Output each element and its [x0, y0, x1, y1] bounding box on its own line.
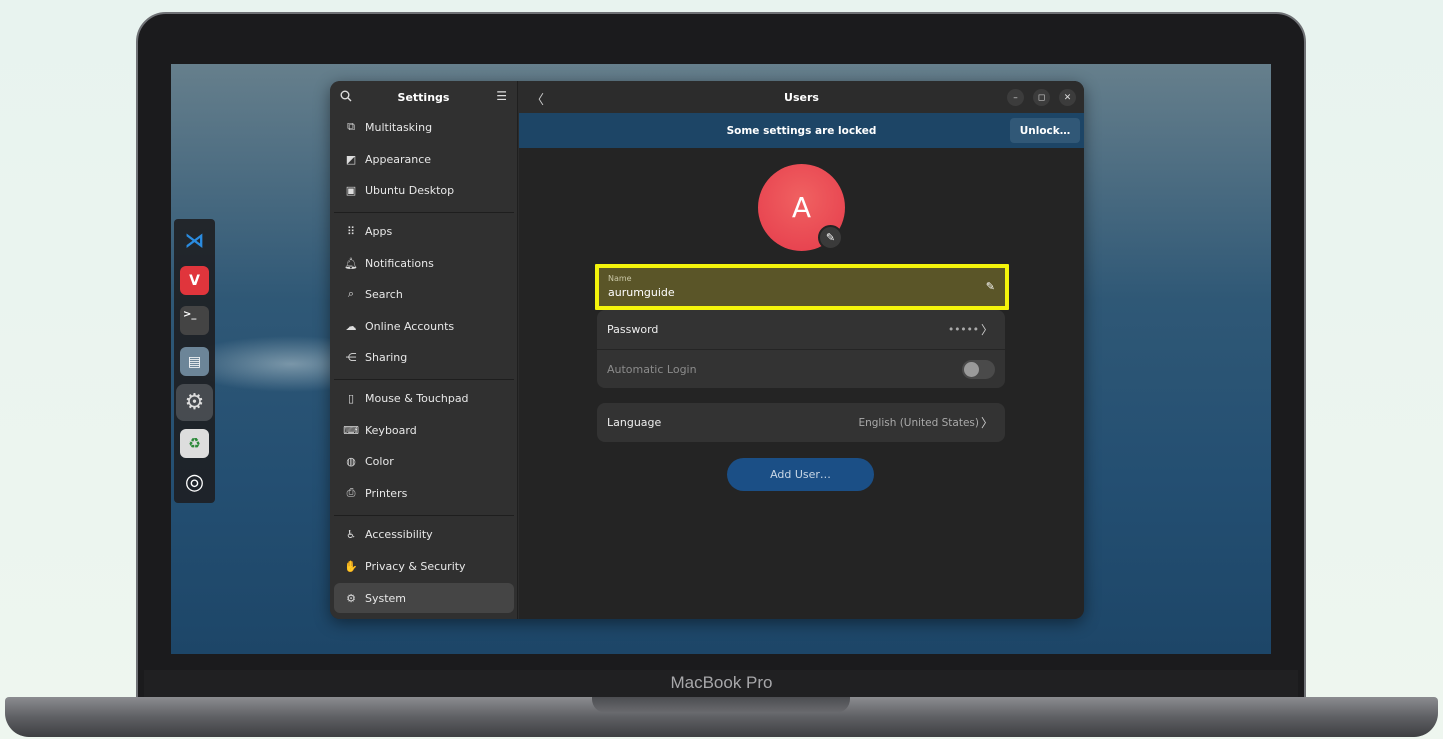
- language-value: English (United States): [858, 416, 979, 429]
- sidebar-item-accessibility[interactable]: ♿ Accessibility: [334, 519, 514, 549]
- automatic-login-label: Automatic Login: [607, 362, 697, 376]
- sidebar-divider: [334, 212, 514, 213]
- sidebar-item-privacy-security[interactable]: ✋ Privacy & Security: [334, 551, 514, 581]
- sidebar-item-label: Printers: [365, 486, 408, 500]
- language-row[interactable]: Language English (United States) 〉: [597, 403, 1005, 442]
- dock: ⋊ V >_ ▤ ⚙ ♻ ◎: [174, 219, 215, 503]
- keyboard-icon: ⌨: [343, 423, 359, 437]
- system-icon: ⚙: [346, 591, 356, 605]
- close-button[interactable]: ✕: [1059, 89, 1076, 106]
- sidebar-item-search[interactable]: ⌕ Search: [334, 279, 514, 309]
- language-card: Language English (United States) 〉: [597, 403, 1005, 442]
- hand-icon: ✋: [344, 559, 358, 573]
- name-field-value: aurumguide: [608, 286, 675, 299]
- password-value: •••••: [948, 323, 979, 336]
- page-title: Users: [784, 90, 819, 104]
- settings-icon[interactable]: ⚙: [176, 384, 213, 421]
- sidebar-item-online-accounts[interactable]: ☁ Online Accounts: [334, 311, 514, 341]
- cloud-icon: ☁: [345, 319, 357, 333]
- color-icon: ◍: [346, 454, 356, 468]
- search-icon[interactable]: [340, 90, 352, 105]
- sidebar-item-multitasking[interactable]: ⧉ Multitasking: [334, 112, 514, 142]
- multitasking-icon: ⧉: [347, 120, 355, 133]
- sidebar-item-label: Online Accounts: [365, 319, 455, 333]
- laptop-brand-label: MacBook Pro: [670, 673, 773, 692]
- ubuntu-icon[interactable]: ◎: [180, 468, 209, 497]
- password-row[interactable]: Password ••••• 〉: [597, 310, 1005, 349]
- chevron-right-icon: 〉: [980, 416, 993, 430]
- sidebar-item-notifications[interactable]: 🔔︎ Notifications: [334, 248, 514, 278]
- sidebar-item-label: Mouse & Touchpad: [365, 391, 469, 405]
- sidebar-item-mouse-touchpad[interactable]: ▯ Mouse & Touchpad: [334, 383, 514, 413]
- mouse-icon: ▯: [347, 391, 355, 405]
- locked-banner: Some settings are locked Unlock…: [519, 113, 1084, 148]
- sidebar-item-label: Keyboard: [365, 423, 417, 437]
- sidebar-item-ubuntu-desktop[interactable]: ▣ Ubuntu Desktop: [334, 175, 514, 205]
- share-icon: ⋲: [345, 350, 357, 364]
- search-icon: ⌕: [347, 287, 355, 300]
- settings-window: Settings ☰ ⧉ Multitasking ◩ Appearance ▣ Ub…: [330, 81, 1084, 619]
- menu-icon[interactable]: ☰: [496, 89, 507, 103]
- password-label: Password: [607, 323, 659, 336]
- apps-icon: ⠿: [346, 224, 356, 238]
- account-settings-list: Password ••••• 〉 Automatic Login: [597, 310, 1005, 388]
- unlock-button[interactable]: Unlock…: [1010, 118, 1080, 143]
- language-label: Language: [607, 416, 662, 429]
- sidebar-item-sharing[interactable]: ⋲ Sharing: [334, 342, 514, 372]
- appearance-icon: ◩: [345, 152, 357, 166]
- sidebar-item-label: Notifications: [365, 256, 434, 270]
- laptop-notch: [592, 697, 850, 713]
- sidebar-divider: [334, 379, 514, 380]
- sidebar-item-label: System: [365, 591, 407, 605]
- sidebar-item-keyboard[interactable]: ⌨ Keyboard: [334, 415, 514, 445]
- sidebar-item-printers[interactable]: ⎙ Printers: [334, 478, 514, 508]
- name-field-label: Name: [608, 274, 632, 283]
- maximize-button[interactable]: ◻: [1033, 89, 1050, 106]
- sidebar-item-label: Sharing: [365, 350, 408, 364]
- sidebar-divider: [334, 515, 514, 516]
- sidebar-item-label: Ubuntu Desktop: [365, 183, 455, 197]
- minimize-button[interactable]: –: [1007, 89, 1024, 106]
- accessibility-icon: ♿: [346, 527, 356, 541]
- edit-avatar-icon[interactable]: ✎: [818, 225, 843, 250]
- sidebar-header: Settings ☰: [330, 81, 517, 113]
- toggle-knob: [964, 362, 979, 377]
- automatic-login-row: Automatic Login: [597, 349, 1005, 388]
- trash-icon[interactable]: ♻: [180, 429, 209, 458]
- vscode-icon[interactable]: ⋊: [180, 225, 209, 254]
- terminal-icon[interactable]: >_: [180, 306, 209, 335]
- panel-header: 〈 Users – ◻ ✕: [519, 81, 1084, 113]
- automatic-login-toggle[interactable]: [962, 360, 995, 379]
- sidebar-title: Settings: [397, 90, 450, 104]
- sidebar-item-label: Multitasking: [365, 120, 433, 134]
- sidebar-item-label: Accessibility: [365, 527, 433, 541]
- locked-banner-text: Some settings are locked: [726, 124, 877, 137]
- users-panel: 〈 Users – ◻ ✕ Some settings are locked U…: [519, 81, 1084, 619]
- sidebar-item-system[interactable]: ⚙ System: [334, 583, 514, 613]
- back-arrow-icon[interactable]: 〈: [531, 89, 544, 108]
- sidebar-item-label: Search: [365, 287, 403, 301]
- sidebar-item-label: Appearance: [365, 152, 432, 166]
- add-user-button[interactable]: Add User…: [727, 458, 874, 491]
- sidebar: Settings ☰ ⧉ Multitasking ◩ Appearance ▣ Ub…: [330, 81, 518, 619]
- sidebar-item-apps[interactable]: ⠿ Apps: [334, 216, 514, 246]
- chevron-right-icon: 〉: [980, 323, 993, 337]
- desktop-icon: ▣: [345, 183, 357, 197]
- sidebar-item-appearance[interactable]: ◩ Appearance: [334, 144, 514, 174]
- sidebar-item-label: Privacy & Security: [365, 559, 466, 573]
- files-icon[interactable]: ▤: [180, 347, 209, 376]
- sidebar-item-label: Color: [365, 454, 394, 468]
- sidebar-item-color[interactable]: ◍ Color: [334, 446, 514, 476]
- bell-icon: 🔔︎: [344, 256, 358, 270]
- name-field[interactable]: Name aurumguide ✎: [595, 264, 1009, 310]
- edit-name-icon[interactable]: ✎: [986, 280, 995, 293]
- printer-icon: ⎙: [346, 486, 356, 499]
- vivaldi-icon[interactable]: V: [180, 266, 209, 295]
- sidebar-item-label: Apps: [365, 224, 393, 238]
